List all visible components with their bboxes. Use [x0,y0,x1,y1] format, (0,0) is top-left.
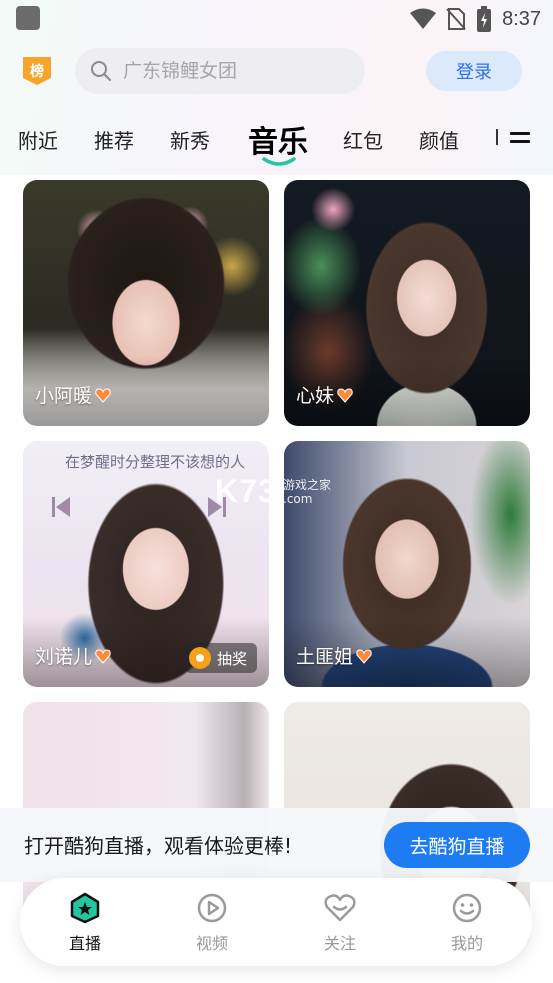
tab-overflow-partial[interactable] [494,127,500,147]
nav-label: 我的 [450,934,483,953]
tab-music[interactable]: 音乐 [248,117,308,161]
level-badge-icon [95,648,111,664]
open-app-banner-text: 打开酷狗直播，观看体验更棒! [24,834,293,858]
tab-newcomers[interactable]: 新秀 [170,125,210,154]
live-room-card[interactable]: 心妹 [284,180,530,426]
heart-icon [324,894,356,922]
tab-recommended[interactable]: 推荐 [94,125,134,154]
search-bar[interactable] [75,48,365,94]
level-badge-icon [356,648,372,664]
streamer-name: 刘诺儿 [35,646,93,668]
no-sim-icon [446,8,466,30]
lottery-badge-label: 抽奖 [216,649,247,668]
streamer-name: 小阿暖 [35,385,93,407]
battery-charging-icon [477,6,492,32]
smiley-icon [452,893,482,923]
open-app-banner: 打开酷狗直播，观看体验更棒! 去酷狗直播 [0,808,553,882]
lyric-overlay: 在梦醒时分整理不该想的人 [64,453,245,471]
nav-label: 关注 [323,934,356,953]
streamer-name-row: 心妹 [296,381,353,408]
nav-label: 视频 [195,934,228,953]
tab-looks[interactable]: 颜值 [419,125,459,154]
ranking-badge-label: 榜 [30,64,44,80]
live-room-card[interactable]: 小阿暖 [23,180,269,426]
streamer-name-row: 土匪姐 [296,642,372,669]
level-badge-icon [95,387,111,403]
open-kugou-live-button[interactable]: 去酷狗直播 [384,822,530,868]
nav-item-video[interactable]: 视频 [172,892,252,954]
lottery-badge: 抽奖 [184,643,257,673]
status-indicators: 8:37 [410,6,541,32]
level-badge-icon [337,387,353,403]
streamer-name: 土匪姐 [296,646,354,668]
watermark-sub: 游戏之家 [283,478,332,492]
nav-label: 直播 [68,934,101,953]
streamer-name: 心妹 [296,385,335,407]
video-play-icon [197,893,227,923]
lottery-coin-icon [188,647,211,669]
search-input[interactable] [123,60,343,82]
wifi-icon [410,8,437,29]
watermark-logo: K73 [215,473,277,509]
active-tab-indicator [262,157,296,166]
search-icon [91,61,111,81]
bottom-nav-bar: 直播 视频 关注 我的 [20,878,532,966]
login-button[interactable]: 登录 [426,51,522,91]
previous-track-icon [52,497,70,517]
ranking-badge-button[interactable]: 榜 [22,56,52,86]
streamer-name-row: 小阿暖 [35,381,111,408]
live-icon [70,892,100,924]
status-time: 8:37 [502,7,541,30]
nav-item-me[interactable]: 我的 [427,892,507,954]
status-bar: 8:37 [0,0,553,38]
tab-red-packet[interactable]: 红包 [343,125,383,154]
watermark-domain: .com [283,492,313,506]
nav-item-follow[interactable]: 关注 [300,892,380,954]
notification-app-icon [16,6,40,30]
nav-item-live[interactable]: 直播 [45,892,125,954]
tab-nearby[interactable]: 附近 [18,125,58,154]
category-tabs: 附近 推荐 新秀 音乐 红包 颜值 [0,115,553,166]
tabs-menu-icon[interactable] [510,132,530,148]
streamer-name-row: 刘诺儿 [35,642,111,669]
